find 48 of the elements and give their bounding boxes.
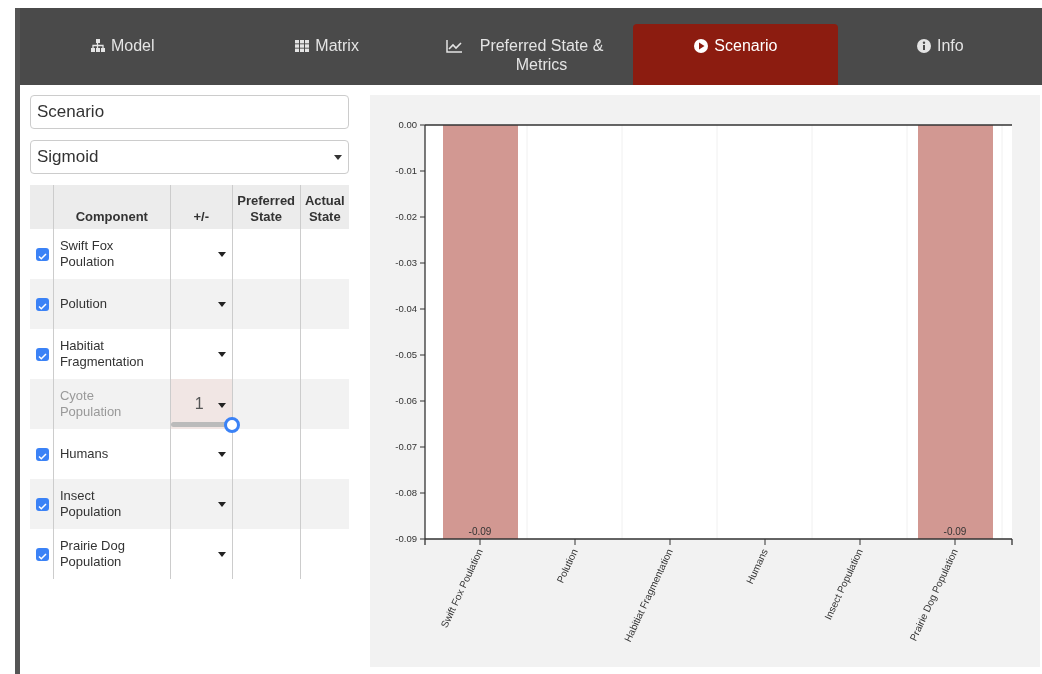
y-tick-label: -0.01 — [395, 165, 417, 176]
dropdown-caret-icon[interactable] — [217, 552, 226, 558]
caret-icon — [334, 154, 342, 160]
component-name: Cyote Population — [53, 379, 171, 429]
dropdown-caret-icon[interactable] — [217, 402, 226, 408]
dropdown-caret-icon[interactable] — [217, 302, 226, 308]
checkbox[interactable] — [36, 348, 49, 362]
nav-tab[interactable]: Matrix — [224, 24, 429, 85]
line-chart-icon — [445, 38, 462, 54]
nav-tab[interactable]: Info — [837, 24, 1042, 85]
grid-icon — [294, 38, 311, 54]
column-header: +/- — [170, 185, 233, 229]
y-tick-label: -0.08 — [395, 487, 417, 498]
checkbox[interactable] — [36, 448, 49, 462]
column-header: Component — [53, 185, 171, 229]
y-tick-label: -0.03 — [395, 257, 417, 268]
component-name: Prairie Dog Population — [53, 529, 171, 579]
column-header: Actual State — [300, 185, 349, 229]
nav-tab[interactable]: Preferred State & Metrics — [428, 24, 634, 85]
dropdown-caret-icon[interactable] — [217, 252, 226, 258]
sitemap-icon — [89, 38, 106, 54]
weight-value: 1 — [194, 394, 204, 412]
slider-thumb[interactable] — [223, 417, 240, 433]
checkbox[interactable] — [36, 498, 49, 512]
nav-tab[interactable]: Scenario — [633, 24, 838, 85]
y-tick-label: -0.04 — [395, 303, 417, 314]
data-label: -0.09 — [468, 526, 492, 537]
checkbox[interactable] — [36, 298, 49, 312]
info-icon — [916, 38, 932, 54]
column-header: Preferred State — [232, 185, 301, 229]
component-name: Polution — [53, 279, 171, 329]
checkbox[interactable] — [36, 548, 49, 562]
dropdown-caret-icon[interactable] — [217, 502, 226, 508]
nav-tab[interactable]: Model — [20, 24, 225, 85]
dropdown-caret-icon[interactable] — [217, 352, 226, 358]
component-name: Insect Population — [53, 479, 171, 529]
dropdown-caret-icon[interactable] — [217, 452, 226, 458]
y-tick-label: -0.09 — [395, 533, 417, 544]
data-label: -0.09 — [943, 526, 967, 537]
y-tick-label: -0.06 — [395, 395, 417, 406]
function-select[interactable]: Sigmoid — [30, 140, 349, 174]
scenario-name-field[interactable]: Scenario — [30, 95, 349, 129]
y-tick-label: 0.00 — [398, 119, 417, 130]
y-tick-label: -0.05 — [395, 349, 417, 360]
y-tick-label: -0.02 — [395, 211, 417, 222]
y-tick-label: -0.07 — [395, 441, 417, 452]
checkbox[interactable] — [36, 248, 49, 262]
play-icon — [693, 38, 710, 54]
